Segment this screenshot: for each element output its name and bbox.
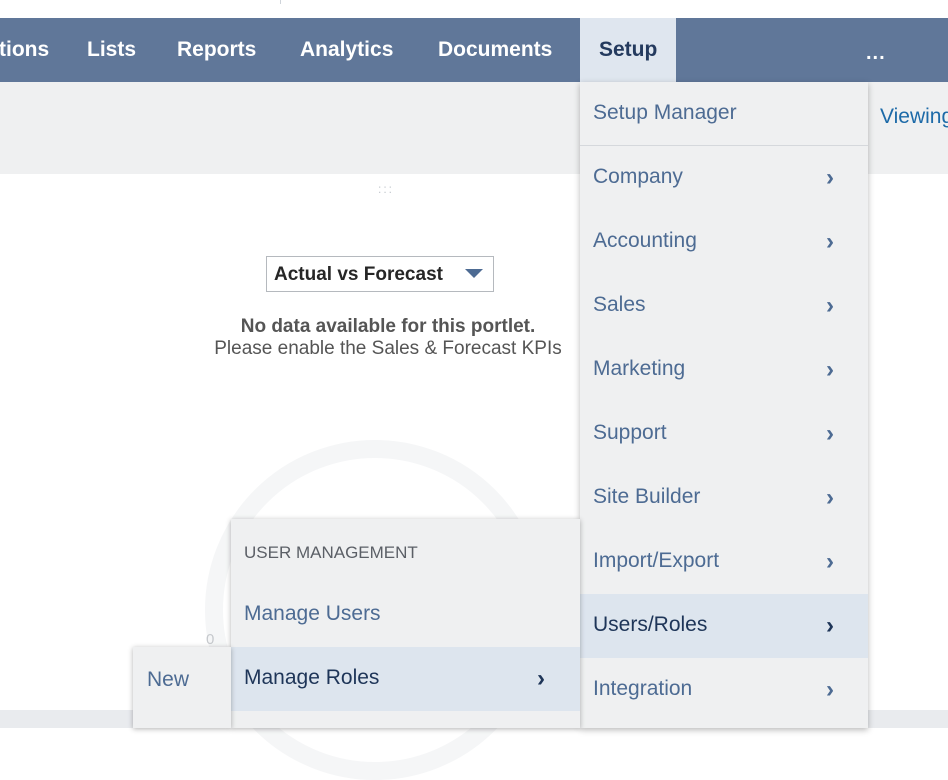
nav-item-reports[interactable]: Reports xyxy=(177,18,256,82)
menu-item-label: Users/Roles xyxy=(593,613,708,636)
chevron-right-icon: › xyxy=(826,356,834,383)
nav-item-analytics[interactable]: Analytics xyxy=(300,18,393,82)
menu-item-import-export[interactable]: Import/Export › xyxy=(580,530,868,594)
top-strip xyxy=(0,0,948,18)
menu-item-support[interactable]: Support › xyxy=(580,402,868,466)
viewing-link[interactable]: Viewing xyxy=(880,105,948,129)
submenu-item-manage-users[interactable]: Manage Users xyxy=(231,583,580,647)
submenu-heading: USER MANAGEMENT xyxy=(244,543,418,562)
top-divider xyxy=(280,0,281,4)
menu-item-integration[interactable]: Integration › xyxy=(580,658,868,722)
gauge-zero-label: 0 xyxy=(206,631,215,648)
no-data-message: No data available for this portlet. Plea… xyxy=(170,316,606,360)
menu-item-label: Support xyxy=(593,421,667,444)
submenu-item-new[interactable]: New xyxy=(147,668,189,692)
chevron-right-icon: › xyxy=(826,676,834,703)
drag-handle-icon[interactable]: ::: xyxy=(378,182,394,196)
menu-item-sales[interactable]: Sales › xyxy=(580,274,868,338)
chevron-right-icon: › xyxy=(826,228,834,255)
menu-item-company[interactable]: Company › xyxy=(580,146,868,210)
menu-item-label: Site Builder xyxy=(593,485,701,508)
menu-item-label: Accounting xyxy=(593,229,697,252)
setup-dropdown-menu: Setup Manager Company › Accounting › Sal… xyxy=(580,82,868,728)
nav-item-lists[interactable]: Lists xyxy=(87,18,136,82)
chevron-right-icon: › xyxy=(826,292,834,319)
nav-item-documents[interactable]: Documents xyxy=(438,18,552,82)
submenu-item-label: Manage Roles xyxy=(244,666,380,689)
no-data-title: No data available for this portlet. xyxy=(240,316,536,337)
menu-item-marketing[interactable]: Marketing › xyxy=(580,338,868,402)
menu-item-accounting[interactable]: Accounting › xyxy=(580,210,868,274)
menu-item-users-roles[interactable]: Users/Roles › xyxy=(580,594,868,658)
chevron-right-icon: › xyxy=(826,420,834,447)
dropdown-arrow-icon xyxy=(465,269,483,278)
users-roles-submenu: USER MANAGEMENT Manage Users Manage Role… xyxy=(231,519,580,728)
menu-item-label: Import/Export xyxy=(593,549,720,572)
forecast-select[interactable]: Actual vs Forecast xyxy=(266,256,494,292)
chevron-right-icon: › xyxy=(826,164,834,191)
submenu-item-manage-roles[interactable]: Manage Roles › xyxy=(231,647,580,711)
chevron-right-icon: › xyxy=(826,484,834,511)
no-data-hint: Please enable the Sales & Forecast KPIs xyxy=(214,338,562,359)
menu-item-label: Sales xyxy=(593,293,646,316)
menu-item-label: Marketing xyxy=(593,357,686,380)
nav-item-setup[interactable]: Setup xyxy=(580,18,677,82)
nav-item-transactions[interactable]: tions xyxy=(0,18,49,82)
menu-item-label: Setup Manager xyxy=(593,101,737,124)
chevron-right-icon: › xyxy=(537,665,545,692)
menu-item-site-builder[interactable]: Site Builder › xyxy=(580,466,868,530)
menu-item-setup-manager[interactable]: Setup Manager xyxy=(580,82,868,146)
submenu-item-label: Manage Users xyxy=(244,602,381,625)
menu-item-label: Integration xyxy=(593,677,693,700)
chevron-right-icon: › xyxy=(826,612,834,639)
chevron-right-icon: › xyxy=(826,548,834,575)
main-navbar: tions Lists Reports Analytics Documents … xyxy=(0,18,948,82)
forecast-select-value: Actual vs Forecast xyxy=(274,264,443,285)
manage-roles-submenu: New xyxy=(133,647,231,728)
more-menu-button[interactable]: ... xyxy=(866,18,886,82)
menu-item-label: Company xyxy=(593,165,683,188)
